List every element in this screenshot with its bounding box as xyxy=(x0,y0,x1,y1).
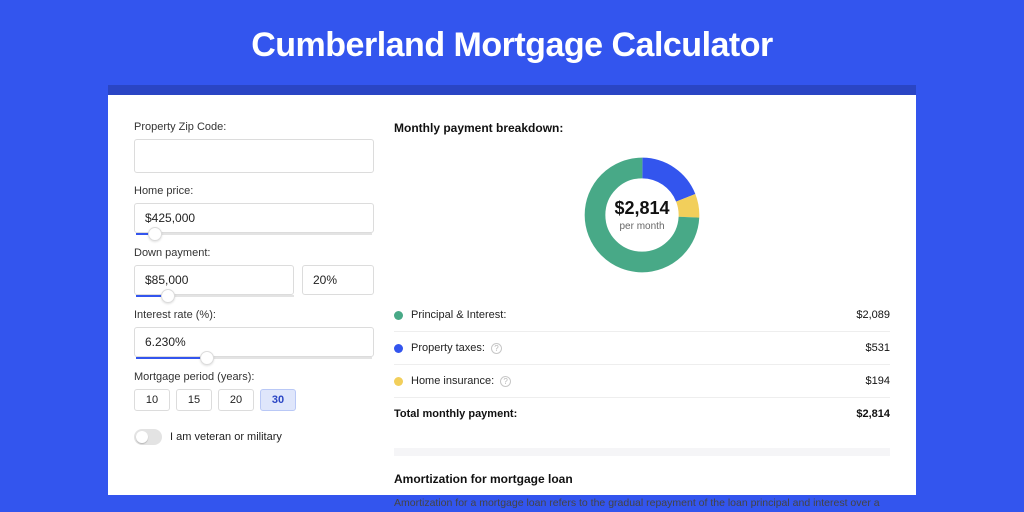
page-title: Cumberland Mortgage Calculator xyxy=(0,0,1024,85)
down-payment-amount-input[interactable] xyxy=(134,265,294,295)
period-option-30[interactable]: 30 xyxy=(260,389,296,411)
field-home-price: Home price: xyxy=(134,185,374,235)
down-payment-slider[interactable] xyxy=(136,295,294,297)
donut-amount: $2,814 xyxy=(614,198,669,219)
legend-row: Principal & Interest: $2,089 xyxy=(394,299,890,332)
donut-sub: per month xyxy=(619,221,664,232)
interest-rate-slider[interactable] xyxy=(136,357,372,359)
legend-value: $194 xyxy=(866,375,890,387)
info-icon[interactable]: ? xyxy=(500,376,511,387)
amortization-title: Amortization for mortgage loan xyxy=(394,472,890,486)
legend-total-label: Total monthly payment: xyxy=(394,408,517,420)
period-option-20[interactable]: 20 xyxy=(218,389,254,411)
breakdown-title: Monthly payment breakdown: xyxy=(394,121,890,135)
legend-dot-icon xyxy=(394,377,403,386)
down-payment-percent-input[interactable] xyxy=(302,265,374,295)
home-price-slider[interactable] xyxy=(136,233,372,235)
donut-chart: $2,814 per month xyxy=(580,153,704,277)
info-icon[interactable]: ? xyxy=(491,343,502,354)
legend-row: Property taxes:? $531 xyxy=(394,332,890,365)
legend-label: Home insurance: xyxy=(411,375,494,387)
mortgage-period-label: Mortgage period (years): xyxy=(134,371,374,383)
legend: Principal & Interest: $2,089 Property taxe… xyxy=(394,299,890,397)
field-veteran: I am veteran or military xyxy=(134,429,374,445)
legend-value: $2,089 xyxy=(856,309,890,321)
field-interest-rate: Interest rate (%): xyxy=(134,309,374,359)
veteran-toggle[interactable] xyxy=(134,429,162,445)
legend-total-value: $2,814 xyxy=(856,408,890,420)
down-payment-label: Down payment: xyxy=(134,247,374,259)
slider-thumb-icon[interactable] xyxy=(161,289,175,303)
legend-dot-icon xyxy=(394,311,403,320)
home-price-input[interactable] xyxy=(134,203,374,233)
amortization-section: Amortization for mortgage loan Amortizat… xyxy=(394,448,890,512)
veteran-label: I am veteran or military xyxy=(170,431,282,443)
legend-total-row: Total monthly payment: $2,814 xyxy=(394,397,890,430)
field-mortgage-period: Mortgage period (years): 10 15 20 30 xyxy=(134,371,374,411)
zip-label: Property Zip Code: xyxy=(134,121,374,133)
slider-thumb-icon[interactable] xyxy=(200,351,214,365)
period-option-10[interactable]: 10 xyxy=(134,389,170,411)
zip-input[interactable] xyxy=(134,139,374,173)
period-options: 10 15 20 30 xyxy=(134,389,374,411)
calculator-panel: Property Zip Code: Home price: Down paym… xyxy=(108,95,916,495)
donut-center: $2,814 per month xyxy=(580,153,704,277)
legend-value: $531 xyxy=(866,342,890,354)
interest-rate-label: Interest rate (%): xyxy=(134,309,374,321)
toggle-knob-icon xyxy=(136,431,148,443)
field-zip: Property Zip Code: xyxy=(134,121,374,173)
breakdown-column: Monthly payment breakdown: $2,814 per mo… xyxy=(394,121,890,495)
period-option-15[interactable]: 15 xyxy=(176,389,212,411)
legend-label: Principal & Interest: xyxy=(411,309,506,321)
slider-thumb-icon[interactable] xyxy=(148,227,162,241)
home-price-label: Home price: xyxy=(134,185,374,197)
inputs-column: Property Zip Code: Home price: Down paym… xyxy=(134,121,374,495)
field-down-payment: Down payment: xyxy=(134,247,374,297)
panel-top-shadow xyxy=(108,85,916,95)
legend-dot-icon xyxy=(394,344,403,353)
interest-rate-input[interactable] xyxy=(134,327,374,357)
legend-row: Home insurance:? $194 xyxy=(394,365,890,397)
donut-chart-wrap: $2,814 per month xyxy=(394,147,890,291)
amortization-body: Amortization for a mortgage loan refers … xyxy=(394,496,890,512)
legend-label: Property taxes: xyxy=(411,342,485,354)
